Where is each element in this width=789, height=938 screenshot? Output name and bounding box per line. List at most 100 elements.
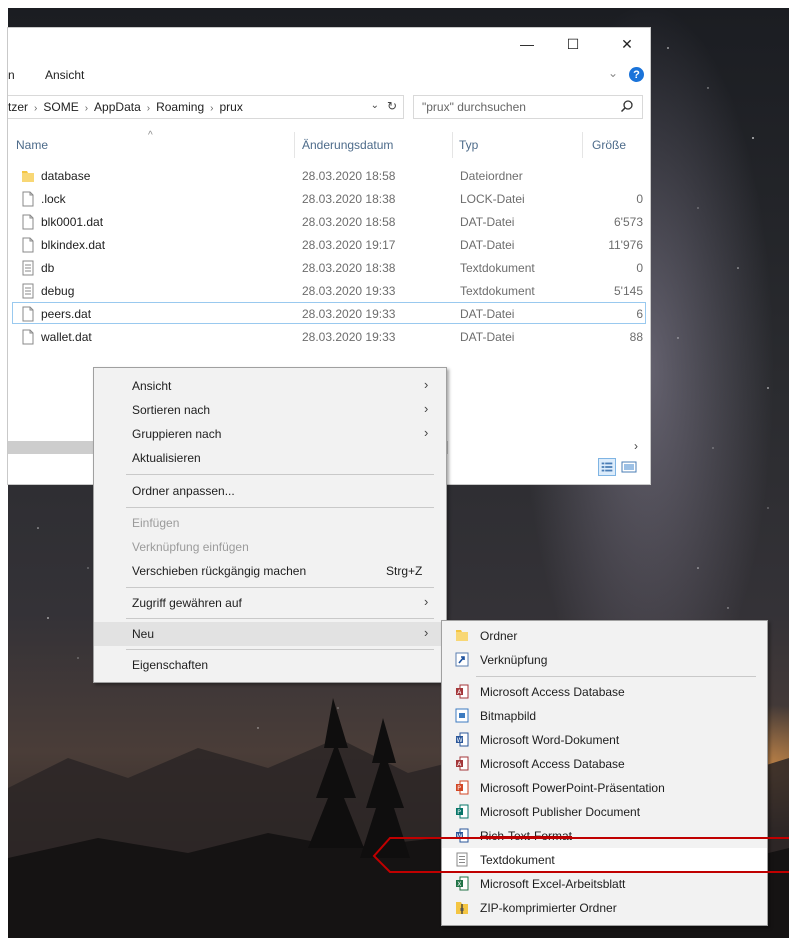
submenu-item-label: Textdokument	[480, 853, 555, 867]
file-name: blk0001.dat	[41, 215, 104, 229]
file-date: 28.03.2020 19:33	[302, 330, 396, 344]
submenu-arrow-icon: ›	[424, 401, 429, 416]
title-bar: — ☐ ✕	[8, 28, 650, 60]
menu-item-label: Einfügen	[132, 516, 180, 530]
submenu-item-label: ZIP-komprimierter Ordner	[480, 901, 617, 915]
file-size: 6	[636, 307, 643, 321]
menu-item-paste-shortcut: Verknüpfung einfügen	[94, 535, 446, 559]
file-name: debug	[41, 284, 75, 298]
file-icon	[22, 214, 34, 230]
menu-separator	[476, 676, 756, 677]
menu-item-give-access[interactable]: Zugriff gewähren auf ›	[94, 591, 446, 615]
breadcrumb-separator-icon[interactable]: ›	[85, 103, 88, 114]
breadcrumb-segment[interactable]: SOME	[43, 100, 78, 114]
file-row[interactable]: .lock 28.03.2020 18:38 LOCK-Datei 0	[12, 187, 646, 209]
menu-item-customize-folder[interactable]: Ordner anpassen...	[94, 479, 446, 503]
bitmap-icon	[455, 708, 469, 723]
breadcrumb-segment[interactable]: AppData	[94, 100, 141, 114]
submenu-item-folder[interactable]: Ordner	[442, 624, 767, 648]
submenu-item-shortcut[interactable]: Verknüpfung	[442, 648, 767, 672]
ribbon-tabs: n Ansicht ⌄ ?	[8, 64, 650, 88]
file-row[interactable]: peers.dat 28.03.2020 19:33 DAT-Datei 6	[12, 302, 646, 324]
column-divider[interactable]	[582, 132, 583, 158]
submenu-item-bitmap[interactable]: Bitmapbild	[442, 704, 767, 728]
file-row[interactable]: blkindex.dat 28.03.2020 19:17 DAT-Datei …	[12, 233, 646, 255]
file-row[interactable]: debug 28.03.2020 19:33 Textdokument 5'14…	[12, 279, 646, 301]
submenu-item-access-database-2[interactable]: A Microsoft Access Database	[442, 752, 767, 776]
svg-text:X: X	[457, 881, 461, 888]
column-divider[interactable]	[452, 132, 453, 158]
submenu-item-zip-folder[interactable]: ZIP-komprimierter Ordner	[442, 896, 767, 920]
file-icon	[22, 191, 34, 207]
breadcrumb-segment[interactable]: tzer	[8, 100, 28, 114]
breadcrumb-separator-icon[interactable]: ›	[147, 103, 150, 114]
close-button[interactable]: ✕	[604, 28, 650, 60]
menu-item-label: Aktualisieren	[132, 451, 201, 465]
search-input[interactable]: "prux" durchsuchen	[413, 95, 643, 119]
zip-folder-icon	[456, 902, 468, 914]
file-row[interactable]: db 28.03.2020 18:38 Textdokument 0	[12, 256, 646, 278]
column-header-name[interactable]: Name	[16, 138, 48, 152]
menu-item-shortcut: Strg+Z	[386, 564, 423, 578]
column-header-date[interactable]: Änderungsdatum	[302, 138, 393, 152]
submenu-item-access-database[interactable]: A Microsoft Access Database	[442, 680, 767, 704]
file-size: 11'976	[608, 238, 643, 252]
menu-item-refresh[interactable]: Aktualisieren	[94, 446, 446, 470]
file-row[interactable]: blk0001.dat 28.03.2020 18:58 DAT-Datei 6…	[12, 210, 646, 232]
submenu-item-publisher[interactable]: P Microsoft Publisher Document	[442, 800, 767, 824]
menu-item-label: Zugriff gewähren auf	[132, 596, 242, 610]
minimize-button[interactable]: —	[504, 28, 550, 60]
submenu-item-excel[interactable]: X Microsoft Excel-Arbeitsblatt	[442, 872, 767, 896]
refresh-icon[interactable]: ↻	[387, 99, 397, 113]
help-icon[interactable]: ?	[629, 67, 644, 82]
submenu-item-text-document[interactable]: Textdokument	[442, 848, 767, 872]
menu-item-view[interactable]: Ansicht ›	[94, 374, 446, 398]
file-type: Dateiordner	[460, 169, 523, 183]
file-name: .lock	[41, 192, 66, 206]
maximize-button[interactable]: ☐	[550, 28, 596, 60]
search-icon[interactable]	[620, 99, 634, 113]
submenu-item-rich-text[interactable]: W Rich-Text-Format	[442, 824, 767, 848]
breadcrumb-segment[interactable]: Roaming	[156, 100, 204, 114]
column-header-type[interactable]: Typ	[459, 138, 478, 152]
submenu-item-label: Verknüpfung	[480, 653, 548, 667]
menu-item-undo-move[interactable]: Verschieben rückgängig machen Strg+Z	[94, 559, 446, 583]
menu-item-new[interactable]: Neu ›	[94, 622, 446, 646]
breadcrumb-segment[interactable]: prux	[219, 100, 242, 114]
submenu-item-label: Microsoft Excel-Arbeitsblatt	[480, 877, 626, 891]
address-bar[interactable]: tzer › SOME › AppData › Roaming › prux ⌄ ↻	[8, 95, 404, 119]
scroll-right-icon[interactable]: ›	[634, 439, 638, 453]
submenu-item-word-document[interactable]: W Microsoft Word-Dokument	[442, 728, 767, 752]
breadcrumb-separator-icon[interactable]: ›	[34, 103, 37, 114]
breadcrumb-separator-icon[interactable]: ›	[210, 103, 213, 114]
column-divider[interactable]	[294, 132, 295, 158]
file-row[interactable]: database 28.03.2020 18:58 Dateiordner	[12, 164, 646, 186]
file-type: LOCK-Datei	[460, 192, 525, 206]
address-history-dropdown-icon[interactable]: ⌄	[371, 100, 379, 111]
expand-ribbon-icon[interactable]: ⌄	[608, 66, 618, 80]
submenu-item-label: Microsoft Access Database	[480, 757, 625, 771]
menu-item-sort-by[interactable]: Sortieren nach ›	[94, 398, 446, 422]
large-icons-view-icon[interactable]	[620, 458, 638, 476]
ribbon-tab-partial[interactable]: n	[8, 68, 15, 82]
menu-item-group-by[interactable]: Gruppieren nach ›	[94, 422, 446, 446]
file-name: peers.dat	[41, 307, 92, 321]
menu-item-label: Eigenschaften	[132, 658, 209, 672]
details-view-icon[interactable]	[598, 458, 616, 476]
file-row[interactable]: wallet.dat 28.03.2020 19:33 DAT-Datei 88	[12, 325, 646, 347]
submenu-item-label: Microsoft Access Database	[480, 685, 625, 699]
column-header-size[interactable]: Größe	[592, 138, 626, 152]
menu-item-label: Ordner anpassen...	[132, 484, 235, 498]
text-file-icon	[456, 852, 468, 867]
file-icon	[22, 329, 34, 345]
file-name: database	[41, 169, 91, 183]
menu-separator	[126, 474, 434, 475]
menu-item-properties[interactable]: Eigenschaften	[94, 653, 446, 677]
submenu-arrow-icon: ›	[424, 425, 429, 440]
submenu-arrow-icon: ›	[424, 594, 429, 609]
ribbon-tab-view[interactable]: Ansicht	[45, 68, 84, 82]
access-icon: A	[456, 684, 469, 699]
menu-item-paste: Einfügen	[94, 511, 446, 535]
folder-icon	[456, 630, 468, 641]
submenu-item-powerpoint[interactable]: P Microsoft PowerPoint-Präsentation	[442, 776, 767, 800]
